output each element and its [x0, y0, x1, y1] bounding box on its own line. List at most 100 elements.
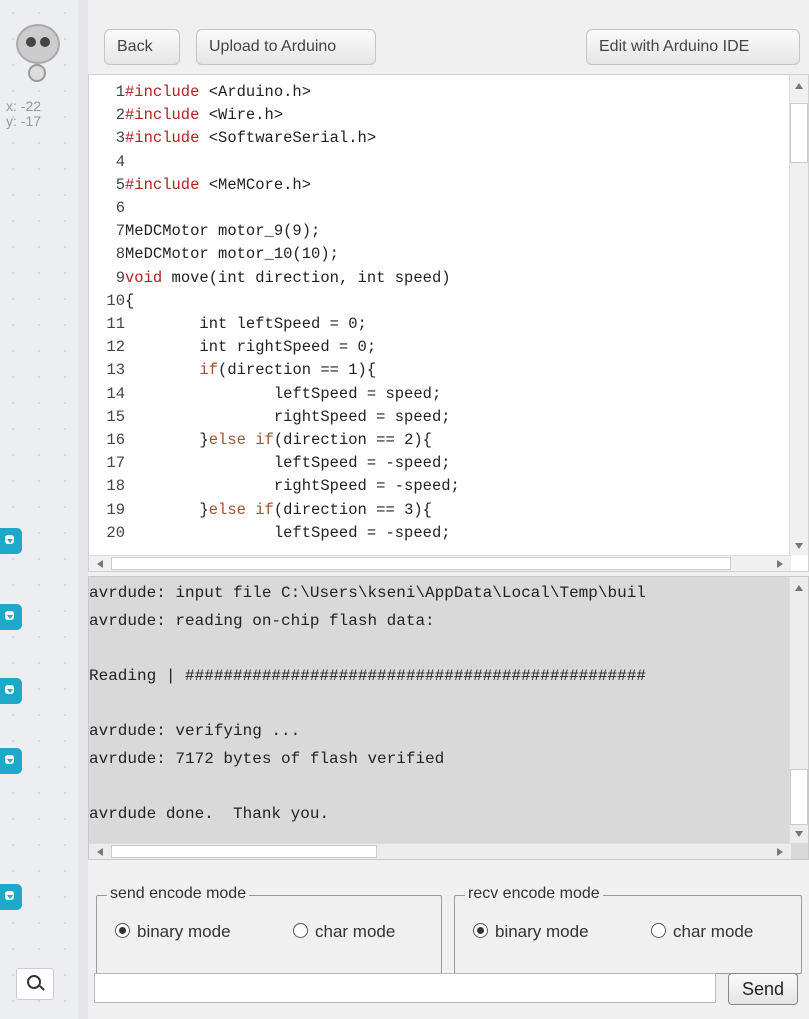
code-line: 20 leftSpeed = -speed;: [89, 522, 451, 544]
scratch-area: x: -22 y: -17: [0, 0, 78, 1019]
code-token: <MeMCore.h>: [199, 175, 312, 194]
scroll-thumb[interactable]: [790, 103, 808, 163]
code-token: MeDCMotor motor_9(9);: [125, 222, 321, 241]
code-token: move(int direction, int speed): [162, 268, 451, 287]
editor-vertical-scrollbar[interactable]: [789, 75, 808, 555]
code-token: else if: [208, 431, 274, 449]
line-number: 5: [115, 175, 125, 194]
scroll-right-icon[interactable]: [777, 560, 783, 568]
panda-sprite-icon[interactable]: [16, 24, 60, 64]
code-line: 14 leftSpeed = speed;: [89, 383, 441, 405]
code-token: MeDCMotor motor_10(10);: [125, 245, 339, 264]
line-number: 12: [106, 338, 125, 357]
radio-icon[interactable]: [651, 923, 666, 938]
back-button[interactable]: Back: [104, 29, 180, 65]
line-number: 8: [115, 245, 125, 264]
code-line: 5#include <MeMCore.h>: [89, 174, 311, 196]
code-line: 2#include <Wire.h>: [89, 104, 283, 126]
console-line: avrdude: reading on-chip flash data:: [89, 611, 435, 630]
block-tab-icon[interactable]: [0, 748, 22, 774]
block-tab-icon[interactable]: [0, 604, 22, 630]
code-token: {: [125, 291, 135, 310]
code-token: rightSpeed = speed;: [125, 407, 451, 426]
recv-binary-option[interactable]: binary mode: [473, 922, 589, 942]
recv-char-option[interactable]: char mode: [651, 922, 753, 942]
line-number: 17: [106, 454, 125, 473]
code-line: 7MeDCMotor motor_9(9);: [89, 220, 321, 242]
radio-icon[interactable]: [293, 923, 308, 938]
console-vertical-scrollbar[interactable]: [789, 577, 808, 843]
code-line: 19 }else if(direction == 3){: [89, 499, 432, 521]
console-horizontal-scrollbar[interactable]: [89, 843, 791, 859]
code-token: leftSpeed = -speed;: [125, 454, 451, 473]
scroll-thumb[interactable]: [790, 769, 808, 825]
radio-selected-icon[interactable]: [473, 923, 488, 938]
line-number: 10: [106, 291, 125, 310]
line-number: 4: [115, 152, 125, 171]
send-binary-option[interactable]: binary mode: [115, 922, 231, 942]
scroll-left-icon[interactable]: [97, 848, 103, 856]
panda-eye: [26, 37, 36, 47]
code-line: 18 rightSpeed = -speed;: [89, 475, 459, 497]
line-number: 7: [115, 222, 125, 241]
console-output[interactable]: avrdude: input file C:\Users\kseni\AppDa…: [88, 576, 809, 860]
sprite-y-readout: y: -17: [6, 113, 42, 129]
scroll-left-icon[interactable]: [97, 560, 103, 568]
console-line: avrdude: verifying ...: [89, 722, 301, 740]
editor-horizontal-scrollbar[interactable]: [89, 555, 791, 571]
code-token: #include: [125, 129, 200, 148]
send-char-option[interactable]: char mode: [293, 922, 395, 942]
code-token: <SoftwareSerial.h>: [199, 129, 377, 148]
code-editor[interactable]: 1#include <Arduino.h> 2#include <Wire.h> 3…: [88, 74, 809, 572]
edit-ide-button[interactable]: Edit with Arduino IDE: [586, 29, 800, 65]
code-token: <Arduino.h>: [199, 83, 312, 101]
code-token: (direction == 1){: [218, 361, 377, 380]
radio-selected-icon[interactable]: [115, 923, 130, 938]
block-tab-icon[interactable]: [0, 884, 22, 910]
code-token: }: [125, 500, 209, 519]
block-tab-icon[interactable]: [0, 678, 22, 704]
console-line: avrdude: input file C:\Users\kseni\AppDa…: [89, 584, 646, 602]
code-token: (direction == 3){: [273, 500, 432, 519]
sprite-x-readout: x: -22: [6, 98, 42, 114]
code-line: 12 int rightSpeed = 0;: [89, 336, 376, 358]
code-line: 11 int leftSpeed = 0;: [89, 313, 366, 335]
line-number: 2: [115, 106, 125, 125]
code-token: leftSpeed = -speed;: [125, 523, 451, 542]
scroll-right-icon[interactable]: [777, 848, 783, 856]
code-line: 6: [89, 197, 125, 219]
send-binary-label: binary mode: [137, 922, 231, 941]
scroll-up-icon[interactable]: [795, 83, 803, 89]
line-number: 16: [106, 431, 125, 449]
send-button[interactable]: Send: [728, 973, 798, 1005]
scroll-thumb[interactable]: [111, 845, 377, 858]
code-token: }: [125, 431, 209, 449]
send-input[interactable]: [94, 973, 716, 1003]
scroll-thumb[interactable]: [111, 557, 731, 570]
code-line: 3#include <SoftwareSerial.h>: [89, 127, 376, 149]
line-number: 6: [115, 199, 125, 217]
scroll-down-icon[interactable]: [795, 831, 803, 837]
line-number: 20: [106, 523, 125, 542]
console-line: avrdude: 7172 bytes of flash verified: [89, 749, 445, 768]
code-line: 10{: [89, 290, 134, 312]
line-number: 13: [106, 361, 125, 380]
zoom-in-icon[interactable]: [27, 975, 41, 989]
line-number: 19: [106, 500, 125, 519]
code-token: #include: [125, 83, 200, 101]
scroll-down-icon[interactable]: [795, 543, 803, 549]
code-line: 15 rightSpeed = speed;: [89, 406, 451, 428]
send-encode-mode-legend: send encode mode: [107, 885, 250, 903]
code-token: <Wire.h>: [199, 106, 284, 125]
code-line: 1#include <Arduino.h>: [89, 81, 311, 103]
scroll-up-icon[interactable]: [795, 585, 803, 591]
upload-button[interactable]: Upload to Arduino: [196, 29, 376, 65]
zoom-control[interactable]: [16, 968, 54, 1000]
code-token: #include: [125, 175, 200, 194]
code-token: int rightSpeed = 0;: [125, 338, 377, 357]
code-line: 4: [89, 151, 125, 173]
console-line: Reading | ##############################…: [89, 666, 646, 685]
line-number: 3: [115, 129, 125, 148]
block-tab-icon[interactable]: [0, 528, 22, 554]
